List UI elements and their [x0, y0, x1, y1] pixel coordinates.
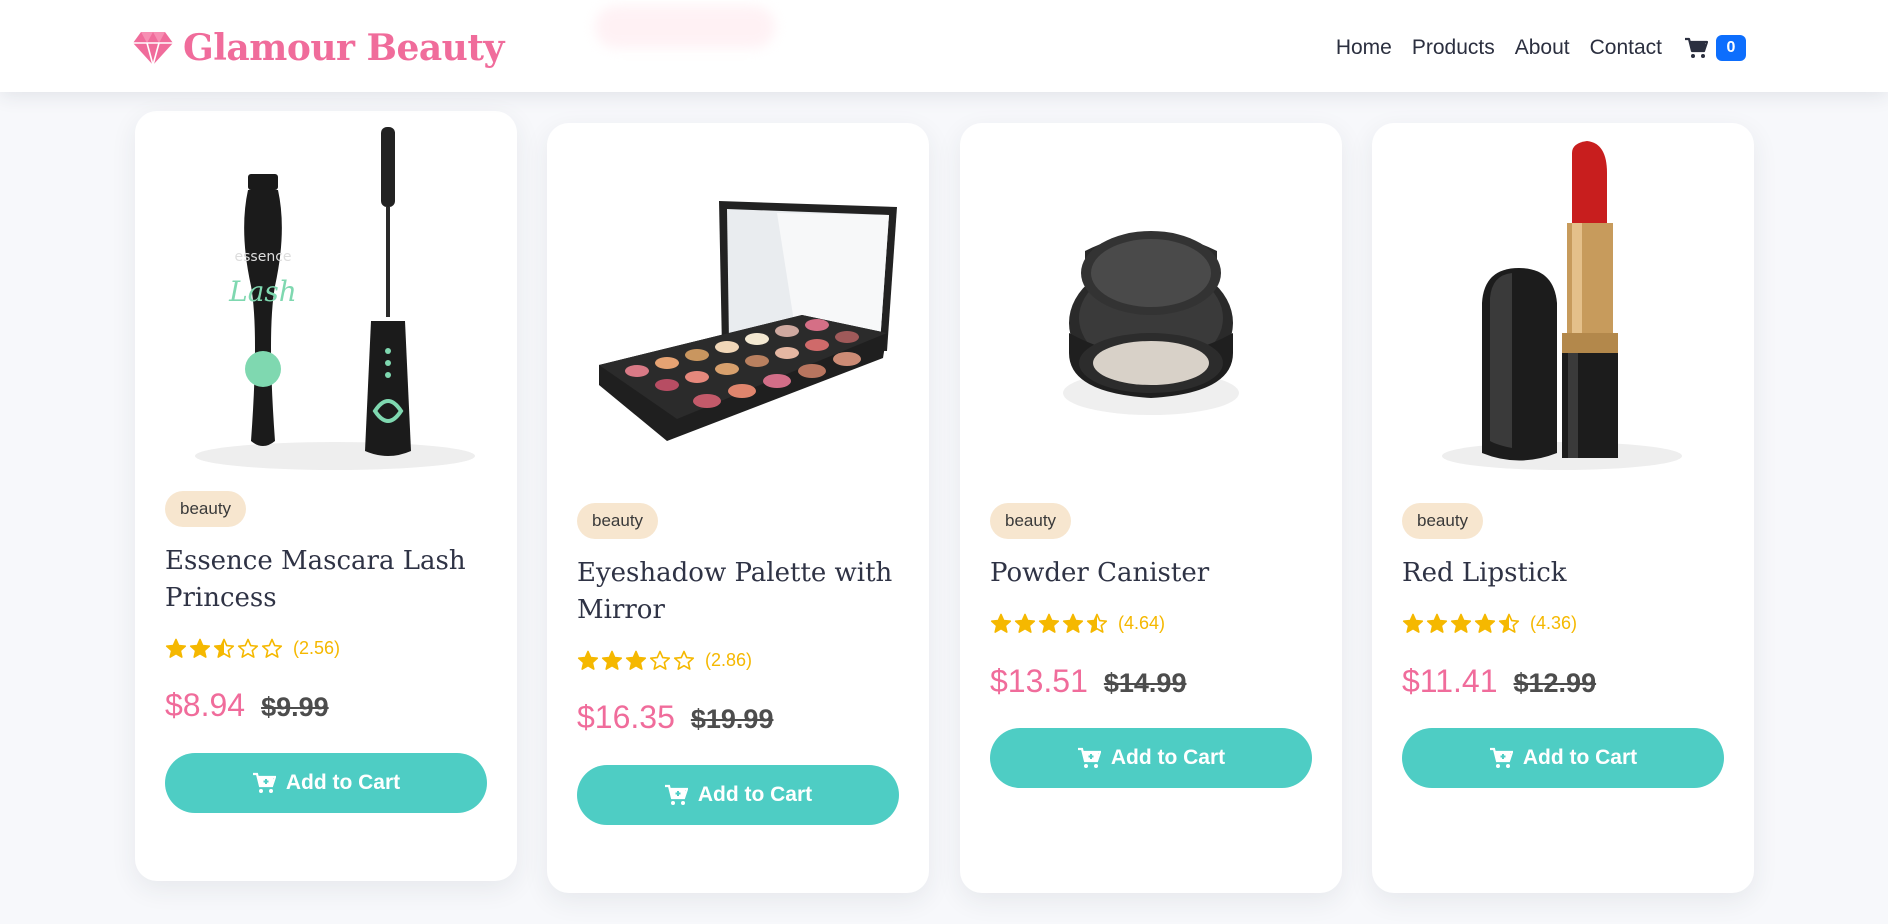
star-empty-icon [649, 650, 671, 670]
star-empty-icon [237, 638, 259, 658]
current-price: $11.41 [1402, 663, 1498, 699]
rating-value: (4.64) [1118, 613, 1166, 633]
product-image-eyeshadow-palette [599, 201, 897, 441]
cart-plus-icon [1489, 747, 1513, 768]
star-full-icon [577, 650, 599, 670]
gem-icon [133, 32, 173, 66]
product-image-mascara: essence Lash [195, 127, 475, 470]
star-half-icon [1086, 613, 1108, 633]
star-full-icon [1474, 613, 1496, 633]
cart-plus-icon [1077, 747, 1101, 768]
svg-text:Lash: Lash [228, 275, 297, 308]
original-price: $19.99 [690, 704, 774, 734]
main-nav: Home Products About Contact 0 [1336, 28, 1746, 68]
star-full-icon [601, 650, 623, 670]
product-title: Eyeshadow Palette with Mirror [577, 558, 893, 625]
top-navbar: Glamour Beauty Home Products About Conta… [0, 0, 1888, 92]
original-price: $14.99 [1103, 668, 1187, 698]
star-full-icon [1450, 613, 1472, 633]
brand-name: Glamour Beauty [183, 27, 504, 69]
star-half-icon [213, 638, 235, 658]
add-to-cart-label: Add to Cart [1522, 746, 1638, 769]
current-price: $13.51 [990, 663, 1088, 699]
rating-value: (2.56) [293, 638, 341, 658]
nav-about[interactable]: About [1515, 36, 1570, 60]
add-to-cart-button[interactable]: Add to Cart [990, 728, 1312, 788]
category-badge: beauty [1402, 503, 1484, 539]
product-card[interactable]: beauty Powder Canister (4.64) $13.51 $14… [960, 123, 1342, 893]
nav-contact[interactable]: Contact [1590, 36, 1662, 60]
star-full-icon [1426, 613, 1448, 633]
original-price: $9.99 [261, 692, 329, 722]
star-full-icon [625, 650, 647, 670]
add-to-cart-button[interactable]: Add to Cart [1402, 728, 1724, 788]
star-half-icon [1498, 613, 1520, 633]
rating: (2.56) [165, 638, 340, 659]
nav-products[interactable]: Products [1412, 36, 1495, 60]
cart-plus-icon [664, 784, 688, 805]
price-row: $11.41 $12.99 [1402, 663, 1596, 700]
add-to-cart-label: Add to Cart [697, 783, 813, 806]
brand-logo[interactable]: Glamour Beauty [133, 24, 504, 72]
rating: (4.64) [990, 613, 1165, 634]
star-empty-icon [673, 650, 695, 670]
star-full-icon [1014, 613, 1036, 633]
rating: (2.86) [577, 650, 752, 671]
product-card[interactable]: essence Lash beauty Essence Mascara Lash… [135, 111, 517, 881]
star-full-icon [189, 638, 211, 658]
cart-icon [1685, 37, 1708, 58]
cart-count-badge: 0 [1716, 35, 1746, 61]
original-price: $12.99 [1513, 668, 1597, 698]
rating: (4.36) [1402, 613, 1577, 634]
add-to-cart-button[interactable]: Add to Cart [577, 765, 899, 825]
star-full-icon [1038, 613, 1060, 633]
star-full-icon [990, 613, 1012, 633]
svg-text:essence: essence [235, 249, 292, 265]
category-badge: beauty [165, 491, 247, 527]
price-row: $8.94 $9.99 [165, 687, 329, 724]
add-to-cart-button[interactable]: Add to Cart [165, 753, 487, 813]
add-to-cart-label: Add to Cart [1110, 746, 1226, 769]
product-image-red-lipstick [1442, 141, 1682, 470]
product-title: Powder Canister [990, 558, 1210, 588]
nav-home[interactable]: Home [1336, 36, 1392, 60]
category-badge: beauty [990, 503, 1072, 539]
product-card[interactable]: beauty Eyeshadow Palette with Mirror (2.… [547, 123, 929, 893]
current-price: $8.94 [165, 687, 246, 723]
star-full-icon [165, 638, 187, 658]
price-row: $13.51 $14.99 [990, 663, 1186, 700]
product-title: Essence Mascara Lash Princess [165, 546, 466, 613]
add-to-cart-label: Add to Cart [285, 771, 401, 794]
star-full-icon [1062, 613, 1084, 633]
product-card[interactable]: beauty Red Lipstick (4.36) $11.41 $12.99… [1372, 123, 1754, 893]
price-row: $16.35 $19.99 [577, 699, 773, 736]
product-title: Red Lipstick [1402, 558, 1567, 588]
product-image-powder-canister [1063, 231, 1239, 415]
cart-plus-icon [252, 772, 276, 793]
star-empty-icon [261, 638, 283, 658]
ghost-pill [595, 6, 775, 48]
category-badge: beauty [577, 503, 659, 539]
current-price: $16.35 [577, 699, 675, 735]
cart-button[interactable]: 0 [1684, 35, 1746, 61]
star-full-icon [1402, 613, 1424, 633]
rating-value: (4.36) [1530, 613, 1578, 633]
rating-value: (2.86) [705, 650, 753, 670]
